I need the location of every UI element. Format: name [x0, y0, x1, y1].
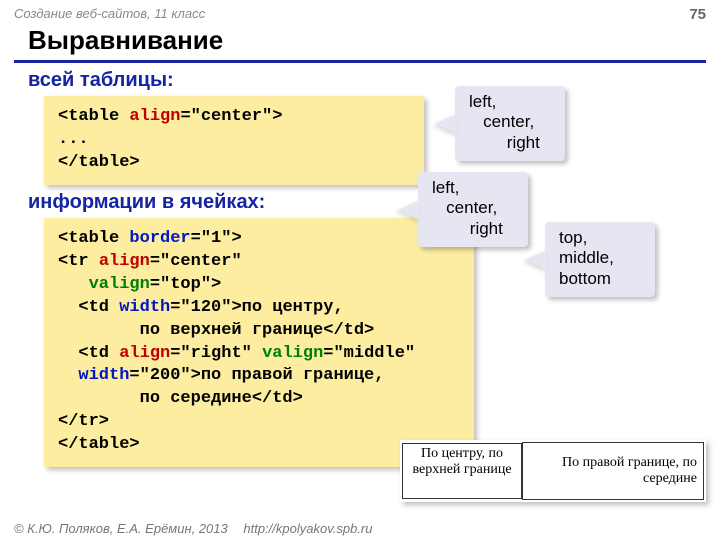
- code-text: ="center">: [180, 107, 282, 126]
- code-text: </tr>: [58, 412, 109, 431]
- code-text: table: [68, 107, 129, 126]
- code-attr: align: [99, 252, 150, 271]
- example-cell-2: По правой границе, по середине: [523, 443, 704, 500]
- code-text: <td: [58, 344, 119, 363]
- callout-tail-icon: [525, 250, 547, 270]
- code-text: </table>: [58, 153, 140, 172]
- callout-line: middle,: [559, 248, 641, 268]
- code-text: ="right": [170, 344, 262, 363]
- code-text: по верхней границе</td>: [58, 321, 374, 340]
- callout-line: right: [432, 219, 514, 239]
- code-text: ="top">: [150, 275, 221, 294]
- slide-footer: © К.Ю. Поляков, Е.А. Ерёмин, 2013 http:/…: [14, 521, 372, 536]
- code-block-table-align: <table align="center"> ... </table>: [44, 96, 424, 185]
- footer-url: http://kpolyakov.spb.ru: [243, 521, 372, 536]
- code-text: [58, 366, 78, 385]
- callout-align-values: left, center, right: [455, 86, 565, 161]
- callout-line: bottom: [559, 269, 641, 289]
- code-text: </table>: [58, 435, 140, 454]
- code-text: ="200">по правой границе,: [129, 366, 384, 385]
- code-attr: width: [78, 366, 129, 385]
- rendered-example-table: По центру, по верхней границе По правой …: [400, 440, 706, 502]
- code-text: [58, 275, 89, 294]
- section-whole-table: всей таблицы:: [0, 69, 720, 92]
- code-attr: align: [129, 107, 180, 126]
- page-number: 75: [689, 6, 706, 23]
- code-attr: border: [129, 229, 190, 248]
- slide-header: Создание веб-сайтов, 11 класс 75: [0, 0, 720, 25]
- code-attr: align: [119, 344, 170, 363]
- callout-tail-icon: [435, 114, 457, 134]
- code-text: ="middle": [323, 344, 415, 363]
- code-text: ="center": [150, 252, 242, 271]
- callout-line: right: [469, 133, 551, 153]
- example-cell-1: По центру, по верхней границе: [402, 443, 522, 499]
- callout-align-values-2: left, center, right: [418, 172, 528, 247]
- callout-valign-values: top, middle, bottom: [545, 222, 655, 297]
- callout-line: top,: [559, 228, 641, 248]
- callout-line: left,: [469, 92, 551, 112]
- code-attr: width: [119, 298, 170, 317]
- table-row: По центру, по верхней границе По правой …: [402, 443, 704, 500]
- callout-line: center,: [469, 112, 551, 132]
- page-title: Выравнивание: [0, 25, 720, 60]
- callout-tail-icon: [398, 200, 420, 220]
- code-text: ="1">: [191, 229, 242, 248]
- code-attr: valign: [89, 275, 150, 294]
- copyright: © К.Ю. Поляков, Е.А. Ерёмин, 2013: [14, 521, 228, 536]
- example-cell-2-text: По правой границе, по середине: [523, 443, 703, 499]
- code-block-cells: <table border="1"> <tr align="center" va…: [44, 218, 474, 467]
- callout-line: center,: [432, 198, 514, 218]
- course-label: Создание веб-сайтов, 11 класс: [14, 6, 205, 23]
- code-text: ="120">по центру,: [170, 298, 343, 317]
- code-text: по середине</td>: [58, 389, 303, 408]
- code-text: ...: [58, 130, 89, 149]
- code-text: <table: [58, 229, 129, 248]
- code-attr: valign: [262, 344, 323, 363]
- code-text: <td: [58, 298, 119, 317]
- callout-line: left,: [432, 178, 514, 198]
- code-text: <: [58, 107, 68, 126]
- title-rule: [14, 60, 706, 63]
- section-cell-info: информации в ячейках:: [0, 191, 720, 214]
- code-text: <tr: [58, 252, 99, 271]
